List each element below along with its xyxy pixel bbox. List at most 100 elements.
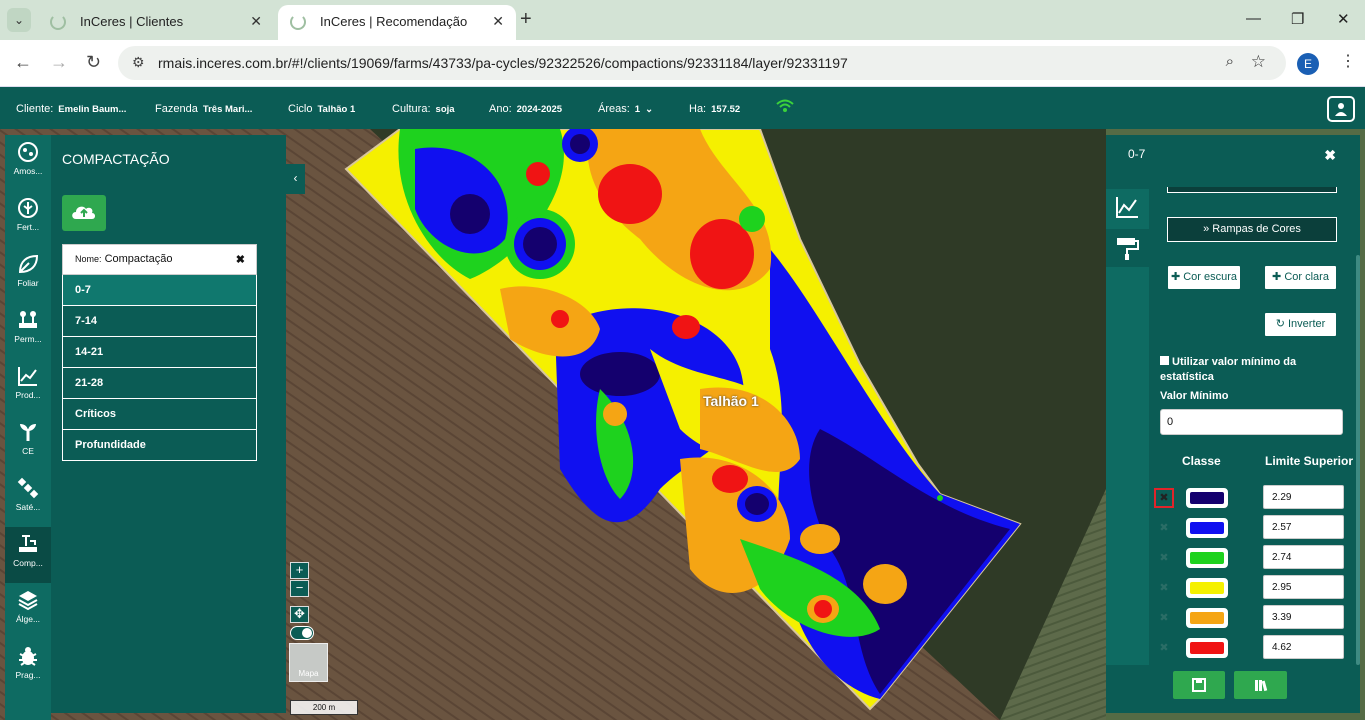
layer-name-header: Nome: Compactação ✖	[62, 244, 257, 275]
url-text[interactable]: rmais.inceres.com.br/#!/clients/19069/fa…	[158, 55, 848, 71]
checkbox-box[interactable]	[1160, 356, 1169, 365]
invert-button[interactable]: ↻ Inverter	[1264, 312, 1337, 337]
delete-class-icon[interactable]: ✖	[1154, 518, 1174, 538]
limit-input[interactable]: 2.29	[1263, 485, 1344, 509]
restore-window-button[interactable]: ❐	[1291, 10, 1304, 28]
limit-input[interactable]: 2.74	[1263, 545, 1344, 569]
bookmark-star-icon[interactable]: ☆	[1251, 52, 1266, 72]
class-color-swatch[interactable]	[1186, 638, 1228, 658]
upload-button[interactable]	[62, 195, 106, 231]
ramp-preview[interactable]	[1167, 187, 1337, 193]
rail-item-fertilidade[interactable]: Fert...	[5, 191, 51, 247]
layer-item-profundidade[interactable]: Profundidade	[62, 430, 257, 461]
rail-item-amostragem[interactable]: Amos...	[5, 135, 51, 191]
site-info-icon[interactable]: ⚙	[132, 54, 145, 71]
panel-scrollbar[interactable]	[1356, 255, 1360, 665]
user-icon	[1335, 103, 1347, 116]
breadcrumb-areas[interactable]: Áreas: 1 ⌄	[598, 103, 653, 115]
reload-button[interactable]: ↻	[86, 52, 101, 73]
light-color-button[interactable]: ✚ Cor clara	[1264, 265, 1337, 290]
limit-input[interactable]: 2.95	[1263, 575, 1344, 599]
basemap-switcher[interactable]: Mapa	[289, 643, 328, 682]
library-button[interactable]	[1234, 671, 1287, 699]
rail-item-permanente[interactable]: Perm...	[5, 303, 51, 359]
class-color-swatch[interactable]	[1186, 608, 1228, 628]
close-icon[interactable]: ✖	[236, 253, 245, 266]
ce-plant-icon	[20, 424, 36, 441]
profile-avatar[interactable]: E	[1297, 53, 1319, 75]
delete-class-icon[interactable]: ✖	[1154, 488, 1174, 508]
browser-tab-clientes[interactable]: InCeres | Clientes ✕	[38, 5, 274, 40]
tab-colors[interactable]	[1106, 229, 1149, 267]
limit-input[interactable]: 2.57	[1263, 515, 1344, 539]
zoom-out-button[interactable]: −	[290, 580, 309, 597]
save-button[interactable]	[1173, 671, 1225, 699]
min-value-input[interactable]: 0	[1160, 409, 1343, 435]
browser-menu-icon[interactable]: ⋮	[1340, 51, 1356, 71]
close-tab-icon[interactable]: ✕	[492, 13, 504, 30]
user-menu-button[interactable]	[1327, 96, 1355, 122]
tab-loading-icon	[290, 14, 306, 30]
rail-item-compactacao[interactable]: Comp...	[5, 527, 51, 583]
collapse-panel-button[interactable]: ‹	[286, 164, 305, 194]
tab-search-button[interactable]: ⌄	[7, 8, 31, 32]
breadcrumb-fazenda[interactable]: Fazenda Três Mari...	[155, 103, 252, 115]
rail-item-ce[interactable]: CE	[5, 415, 51, 471]
crumb-value: 2024-2025	[516, 104, 563, 115]
rail-label: Prod...	[15, 390, 41, 400]
layer-item-7-14[interactable]: 7-14	[62, 306, 257, 337]
zoom-icon[interactable]: ⌕	[1226, 53, 1234, 70]
minimize-window-button[interactable]: —	[1246, 10, 1261, 27]
forward-button[interactable]: →	[50, 52, 68, 73]
limit-input[interactable]: 4.62	[1263, 635, 1344, 659]
class-color-swatch[interactable]	[1186, 488, 1228, 508]
layer-item-0-7[interactable]: 0-7	[62, 275, 257, 306]
rail-item-pragas[interactable]: Prag...	[5, 639, 51, 695]
rail-item-algebra[interactable]: Álge...	[5, 583, 51, 639]
satellite-icon	[17, 477, 39, 499]
bug-icon	[19, 647, 37, 666]
close-window-button[interactable]: ✕	[1337, 10, 1350, 28]
omnibox[interactable]: ⚙ rmais.inceres.com.br/#!/clients/19069/…	[118, 46, 1286, 80]
plot-label: Talhão 1	[703, 393, 759, 409]
browser-tab-recomendacao[interactable]: InCeres | Recomendação ✕	[278, 5, 516, 40]
min-value-checkbox[interactable]: Utilizar valor mínimo da estatística	[1160, 355, 1340, 385]
layer-list: Nome: Compactação ✖ 0-7 7-14 14-21 21-28…	[62, 244, 257, 461]
delete-class-icon[interactable]: ✖	[1154, 548, 1174, 568]
tab-statistics[interactable]	[1106, 189, 1149, 227]
paint-roller-icon	[1117, 238, 1139, 260]
address-bar-row: ← → ↻ ⚙ rmais.inceres.com.br/#!/clients/…	[0, 40, 1365, 87]
delete-class-icon[interactable]: ✖	[1154, 638, 1174, 658]
class-color-swatch[interactable]	[1186, 548, 1228, 568]
layer-item-criticos[interactable]: Críticos	[62, 399, 257, 430]
rail-item-produtividade[interactable]: Prod...	[5, 359, 51, 415]
layer-item-14-21[interactable]: 14-21	[62, 337, 257, 368]
class-color-swatch[interactable]	[1186, 518, 1228, 538]
rail-label: Amos...	[13, 166, 43, 176]
zoom-in-button[interactable]: +	[290, 562, 309, 579]
legend-footer	[1106, 665, 1360, 713]
dark-color-button[interactable]: ✚ Cor escura	[1167, 265, 1241, 290]
breadcrumb-cliente[interactable]: Cliente: Emelin Baum...	[16, 103, 126, 115]
panel-title: COMPACTAÇÃO	[62, 151, 170, 167]
crumb-label: Ano:	[489, 103, 512, 115]
delete-class-icon[interactable]: ✖	[1154, 608, 1174, 628]
close-tab-icon[interactable]: ✕	[250, 13, 262, 30]
pan-icon[interactable]: ✥	[290, 606, 309, 623]
rail-item-satelite[interactable]: Saté...	[5, 471, 51, 527]
breadcrumb-ciclo[interactable]: Ciclo Talhão 1	[288, 103, 355, 115]
breadcrumb-ano[interactable]: Ano: 2024-2025	[489, 103, 562, 115]
close-icon[interactable]: ✖	[1324, 147, 1336, 164]
layer-item-21-28[interactable]: 21-28	[62, 368, 257, 399]
back-button[interactable]: ←	[14, 52, 32, 73]
new-tab-button[interactable]: +	[520, 8, 532, 31]
crumb-label: Cliente:	[16, 103, 54, 115]
rail-item-foliar[interactable]: Foliar	[5, 247, 51, 303]
delete-class-icon[interactable]: ✖	[1154, 578, 1174, 598]
breadcrumb-cultura[interactable]: Cultura: soja	[392, 103, 455, 115]
limit-input[interactable]: 3.39	[1263, 605, 1344, 629]
class-color-swatch[interactable]	[1186, 578, 1228, 598]
layer-toggle[interactable]	[290, 626, 314, 640]
crumb-value: Emelin Baum...	[58, 104, 127, 115]
color-ramps-button[interactable]: » Rampas de Cores	[1167, 217, 1337, 242]
